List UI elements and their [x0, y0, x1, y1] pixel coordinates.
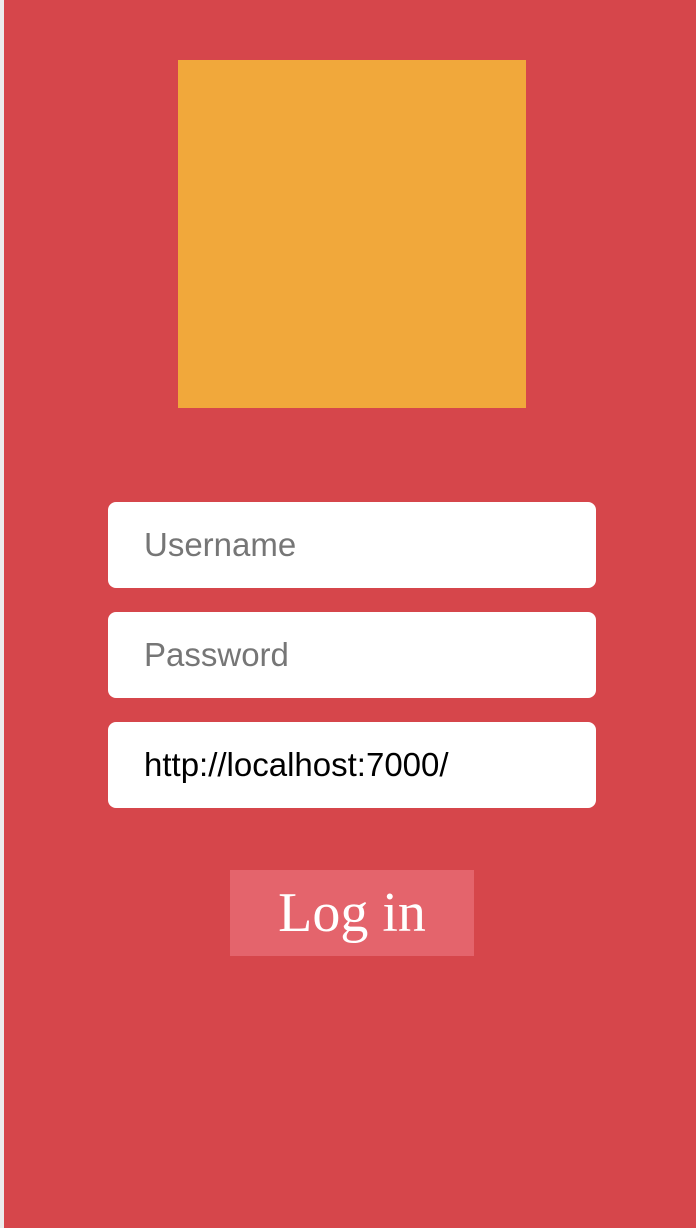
password-input[interactable]: Password: [108, 612, 596, 698]
server-url-input[interactable]: http://localhost:7000/: [108, 722, 596, 808]
username-input[interactable]: Username: [108, 502, 596, 588]
username-placeholder: Username: [144, 526, 297, 563]
logo-placeholder: [178, 60, 526, 408]
login-screen: Username Password http://localhost:7000/…: [4, 0, 696, 1228]
server-url-value: http://localhost:7000/: [144, 746, 449, 783]
password-placeholder: Password: [144, 636, 289, 673]
login-button[interactable]: Log in: [230, 870, 474, 956]
